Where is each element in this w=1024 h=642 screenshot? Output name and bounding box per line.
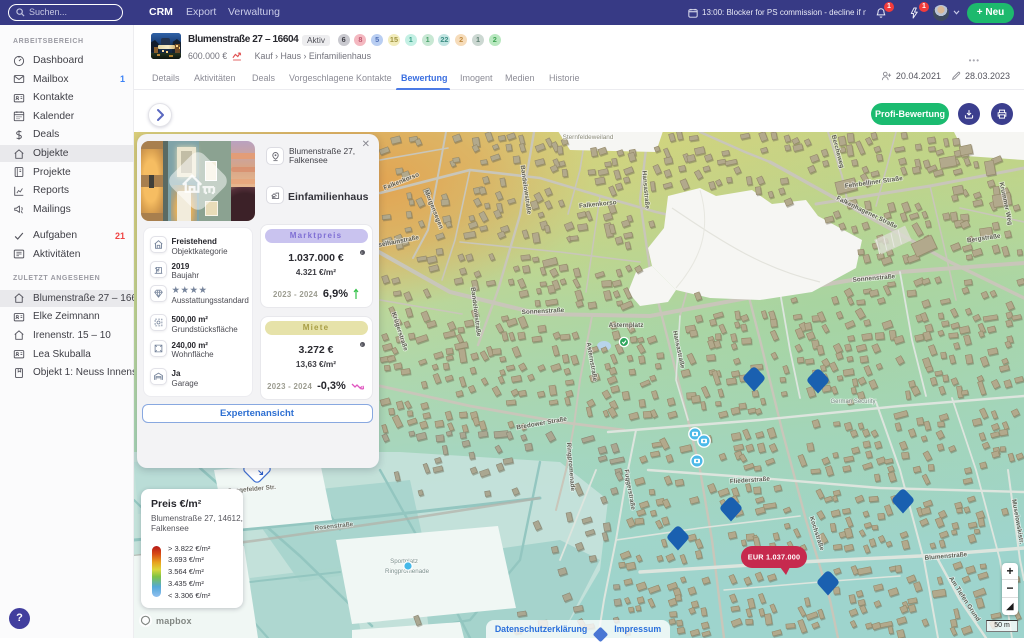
svg-text:German Security: German Security [830, 399, 875, 405]
svg-text:Sternfeldeweiland: Sternfeldeweiland [563, 134, 614, 141]
svg-text:EUR 1.037.000: EUR 1.037.000 [748, 553, 801, 562]
svg-text:Asternplatz: Asternplatz [609, 322, 644, 329]
